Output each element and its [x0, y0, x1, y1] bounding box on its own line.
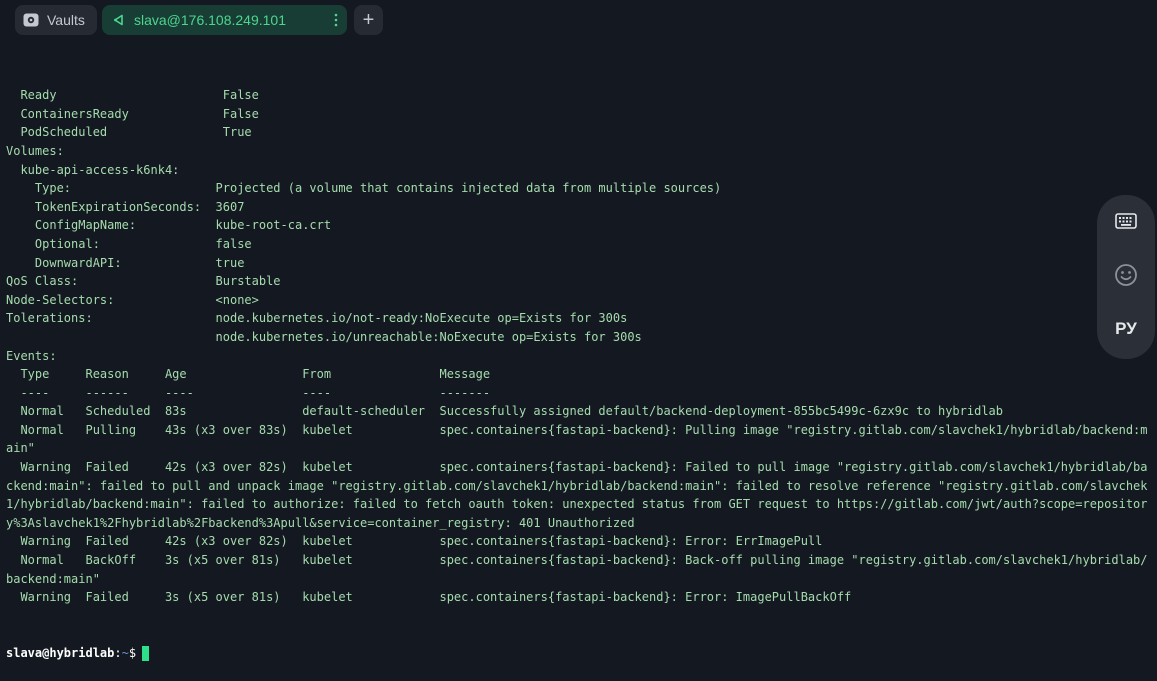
- tab-vaults-label: Vaults: [47, 12, 85, 28]
- terminal-line: Type Reason Age From Message: [6, 367, 491, 382]
- terminal-line: Normal Pulling 43s (x3 over 83s) kubelet…: [6, 422, 1148, 437]
- terminal-line: Ready False: [6, 88, 259, 103]
- terminal-line: DownwardAPI: true: [6, 255, 245, 270]
- terminal-line: backend:main": [6, 571, 100, 586]
- terminal-line: Node-Selectors: <none>: [6, 292, 259, 307]
- terminal-line: ContainersReady False: [6, 106, 259, 121]
- terminal-prompt[interactable]: slava@hybridlab: ~ $: [6, 644, 1154, 663]
- plus-icon: +: [362, 8, 375, 31]
- terminal-line: Normal BackOff 3s (x5 over 81s) kubelet …: [6, 553, 1148, 568]
- terminal-line: Tolerations: node.kubernetes.io/not-read…: [6, 311, 628, 326]
- input-side-panel: РУ: [1097, 195, 1155, 359]
- language-switch-button[interactable]: РУ: [1097, 309, 1155, 349]
- terminal-line: TokenExpirationSeconds: 3607: [6, 199, 245, 214]
- terminal-cursor: [142, 645, 150, 661]
- terminal-line: node.kubernetes.io/unreachable:NoExecute…: [6, 329, 642, 344]
- language-label: РУ: [1115, 319, 1137, 338]
- terminal-line: y%3Aslavchek1%2Fhybridlab%2Fbackend%3Apu…: [6, 515, 635, 530]
- prompt-separator: :: [114, 646, 122, 660]
- new-tab-button[interactable]: +: [354, 5, 383, 35]
- terminal-line: ckend:main": failed to pull and unpack i…: [6, 478, 1148, 493]
- tab-bar: Vaults slava@176.108.249.101 +: [0, 0, 1157, 42]
- emoji-button[interactable]: [1097, 257, 1155, 297]
- prompt-path: ~: [121, 646, 129, 660]
- terminal-line: 1/hybridlab/backend:main": failed to aut…: [6, 497, 1148, 512]
- terminal-line: Events:: [6, 348, 57, 363]
- ssh-connection-icon: [112, 13, 126, 27]
- tab-menu-icon[interactable]: [333, 11, 339, 29]
- terminal-line: Warning Failed 3s (x5 over 81s) kubelet …: [6, 590, 852, 605]
- terminal-lines: Ready False ContainersReady False PodSch…: [6, 86, 1154, 607]
- terminal-line: Optional: false: [6, 236, 252, 251]
- terminal-line: kube-api-access-k6nk4:: [6, 162, 180, 177]
- tab-ssh-label: slava@176.108.249.101: [134, 12, 286, 28]
- prompt-symbol: $: [128, 646, 137, 660]
- terminal-line: ConfigMapName: kube-root-ca.crt: [6, 218, 332, 233]
- terminal-line: PodScheduled True: [6, 125, 252, 140]
- terminal-line: Warning Failed 42s (x3 over 82s) kubelet…: [6, 460, 1148, 475]
- prompt-user-host: slava@hybridlab: [6, 646, 115, 660]
- terminal-line: Type: Projected (a volume that contains …: [6, 181, 722, 196]
- keyboard-button[interactable]: [1097, 203, 1155, 243]
- terminal-output[interactable]: Ready False ContainersReady False PodSch…: [6, 49, 1154, 681]
- terminal-line: Warning Failed 42s (x3 over 82s) kubelet…: [6, 534, 823, 549]
- emoji-icon: [1114, 263, 1138, 291]
- vault-icon: [23, 13, 39, 27]
- tab-ssh-session[interactable]: slava@176.108.249.101: [102, 5, 347, 35]
- terminal-line: ---- ------ ---- ---- -------: [6, 385, 491, 400]
- terminal-line: ain": [6, 441, 35, 456]
- tab-vaults[interactable]: Vaults: [15, 5, 97, 35]
- terminal-line: Normal Scheduled 83s default-scheduler S…: [6, 404, 1003, 419]
- terminal-line: Volumes:: [6, 143, 64, 158]
- terminal-line: QoS Class: Burstable: [6, 274, 281, 289]
- keyboard-icon: [1115, 213, 1137, 233]
